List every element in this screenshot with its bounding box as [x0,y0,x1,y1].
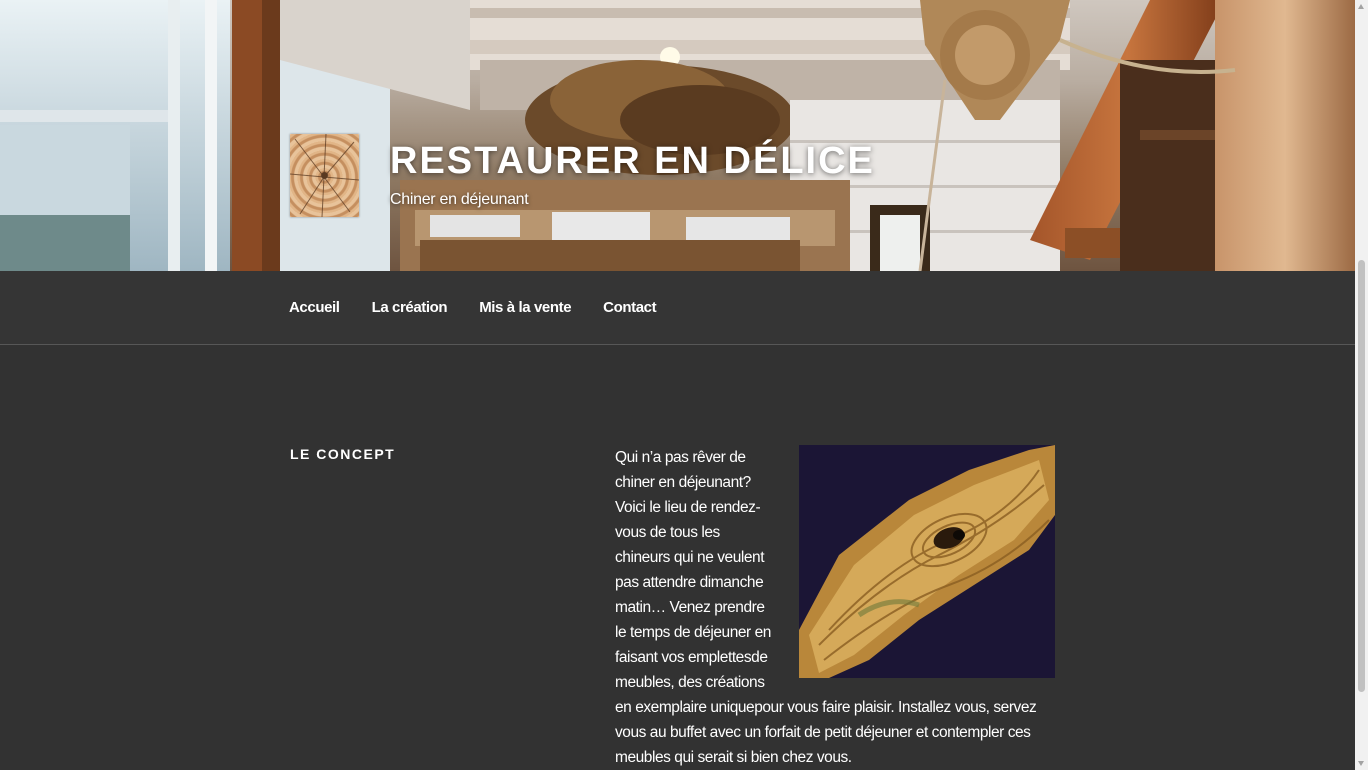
scroll-up-arrow-icon[interactable] [1358,4,1364,9]
wood-board-image-svg [799,445,1055,678]
site-logo[interactable] [290,134,359,217]
main-navigation: Accueil La création Mis à la vente Conta… [0,271,1355,345]
nav-item: Accueil [289,299,340,317]
section-content: Qui n’a pas rêver de chiner en déjeunant… [615,445,1055,770]
nav-item: Mis à la vente [479,299,571,317]
header-hero: RESTAURER EN DÉLICE Chiner en déjeunant [0,0,1355,271]
site-tagline: Chiner en déjeunant [390,191,529,208]
nav-link-la-creation[interactable]: La création [372,299,448,316]
site-title[interactable]: RESTAURER EN DÉLICE [390,140,875,183]
nav-link-accueil[interactable]: Accueil [289,299,340,316]
scroll-down-arrow-icon[interactable] [1358,761,1364,766]
nav-item: La création [372,299,448,317]
header-background-image [0,0,1355,271]
nav-menu: Accueil La création Mis à la vente Conta… [289,299,688,317]
olive-wood-board-image [799,445,1055,678]
wood-slice-logo-icon [290,134,359,217]
nav-link-contact[interactable]: Contact [603,299,656,316]
vertical-scrollbar[interactable] [1355,0,1368,770]
section-title: LE CONCEPT [290,446,396,462]
nav-item: Contact [603,299,656,317]
scrollbar-thumb[interactable] [1358,260,1365,692]
nav-link-mis-a-la-vente[interactable]: Mis à la vente [479,299,571,316]
